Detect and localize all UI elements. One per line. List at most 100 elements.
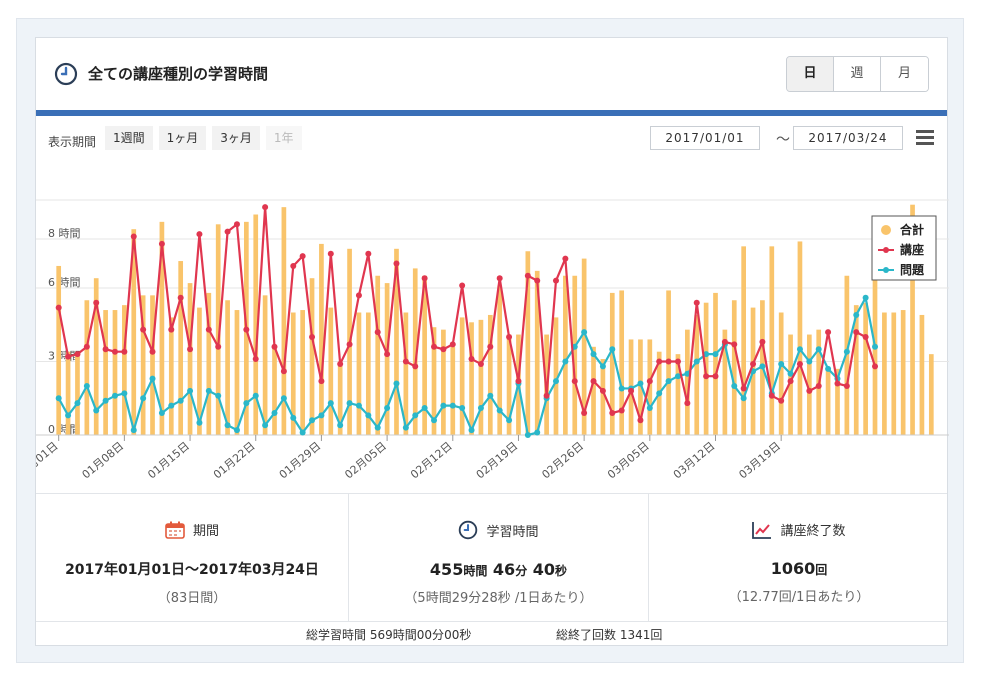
point-course [158, 240, 165, 247]
bar-total [825, 368, 831, 435]
point-course [646, 378, 653, 385]
bar-total [891, 312, 897, 435]
point-problem [534, 429, 541, 436]
period-days: （83日間） [157, 591, 227, 606]
legend-label: 合計 [900, 222, 924, 237]
point-course [609, 409, 616, 416]
total-seconds: 00 [444, 628, 460, 642]
study-minutes: 46 [492, 560, 516, 579]
hamburger-menu-icon[interactable] [916, 130, 934, 146]
point-problem [158, 409, 165, 416]
bar-total [882, 312, 887, 435]
point-course [421, 275, 428, 282]
point-course [674, 358, 681, 365]
completed-unit: 回 [815, 563, 828, 577]
point-course [825, 329, 832, 336]
date-to-input[interactable]: 2017/03/24 [793, 126, 903, 150]
point-course [496, 275, 503, 282]
bar-total [928, 354, 934, 435]
point-course [384, 351, 391, 358]
point-course [487, 343, 494, 350]
granularity-day-button[interactable]: 日 [787, 57, 834, 91]
point-course [459, 282, 466, 289]
bar-total [900, 310, 906, 435]
bar-total [863, 302, 868, 435]
date-from-input[interactable]: 2017/01/01 [650, 126, 760, 150]
point-course [130, 233, 137, 240]
total-hours-unit: 時間 [392, 628, 417, 642]
total-study-label: 総学習時間 [306, 628, 367, 642]
point-course [853, 329, 860, 336]
point-problem [562, 358, 569, 365]
completed-value: 1060回 [649, 559, 949, 578]
point-problem [309, 417, 316, 424]
bar-total [778, 312, 784, 435]
point-problem [233, 427, 240, 434]
granularity-week-button[interactable]: 週 [834, 57, 881, 91]
completed-per-day: （12.77回/1日あたり） [728, 590, 870, 605]
point-problem [740, 395, 747, 402]
point-problem [149, 375, 156, 382]
point-problem [853, 311, 860, 318]
point-problem [459, 405, 466, 412]
point-course [233, 221, 240, 228]
bar-total [591, 346, 596, 435]
point-problem [806, 358, 813, 365]
point-problem [646, 405, 653, 412]
point-problem [440, 402, 447, 409]
legend-marker-dot [883, 267, 889, 273]
total-completions-label: 総終了回数 [556, 628, 617, 642]
x-tick-label: 01月22日 [211, 439, 258, 481]
line-chart-icon [752, 521, 772, 539]
point-problem [355, 402, 362, 409]
bar-total [919, 314, 925, 435]
point-problem [74, 400, 81, 407]
range-1week-button[interactable]: 1週間 [105, 126, 153, 150]
point-course [656, 358, 663, 365]
point-problem [102, 397, 109, 404]
point-problem [872, 343, 879, 350]
point-problem [83, 383, 90, 389]
calendar-icon [165, 521, 185, 539]
point-course [111, 348, 118, 355]
point-course [431, 343, 438, 350]
point-problem [825, 365, 832, 372]
bar-total [797, 241, 803, 435]
bar-total [441, 329, 446, 435]
point-problem [862, 294, 869, 301]
point-course [412, 363, 419, 370]
point-course [309, 334, 316, 340]
point-problem [477, 405, 484, 412]
point-course [93, 299, 100, 306]
point-problem [759, 363, 766, 370]
range-3month-button[interactable]: 3ヶ月 [212, 126, 260, 150]
point-problem [506, 417, 513, 424]
point-problem [299, 429, 306, 436]
bar-total [356, 312, 362, 435]
point-course [796, 360, 803, 367]
legend-marker-total [881, 225, 891, 235]
point-problem [843, 348, 850, 355]
total-hours: 569 [369, 628, 393, 642]
point-problem [111, 392, 118, 399]
point-course [787, 378, 794, 385]
x-tick-label: 03月05日 [605, 439, 652, 481]
legend-label: 問題 [900, 263, 925, 277]
point-course [224, 228, 231, 235]
granularity-month-button[interactable]: 月 [881, 57, 928, 91]
bar-total [769, 246, 775, 435]
point-course [684, 400, 691, 407]
x-tick-label: 02月26日 [539, 439, 586, 481]
period-stat: 期間 2017年01月01日〜2017年03月24日 （83日間） [36, 494, 348, 622]
point-course [83, 343, 90, 350]
point-course [693, 299, 700, 306]
study-time-value: 455時間 46分 40秒 [349, 560, 648, 579]
point-course [196, 231, 203, 238]
point-course [750, 360, 757, 367]
range-1month-button[interactable]: 1ヶ月 [158, 126, 207, 150]
point-problem [130, 427, 137, 434]
total-completions-value: 1341 [619, 628, 651, 642]
x-tick-label: 01月01日 [36, 439, 61, 481]
point-course [318, 378, 325, 385]
point-problem [271, 409, 278, 416]
